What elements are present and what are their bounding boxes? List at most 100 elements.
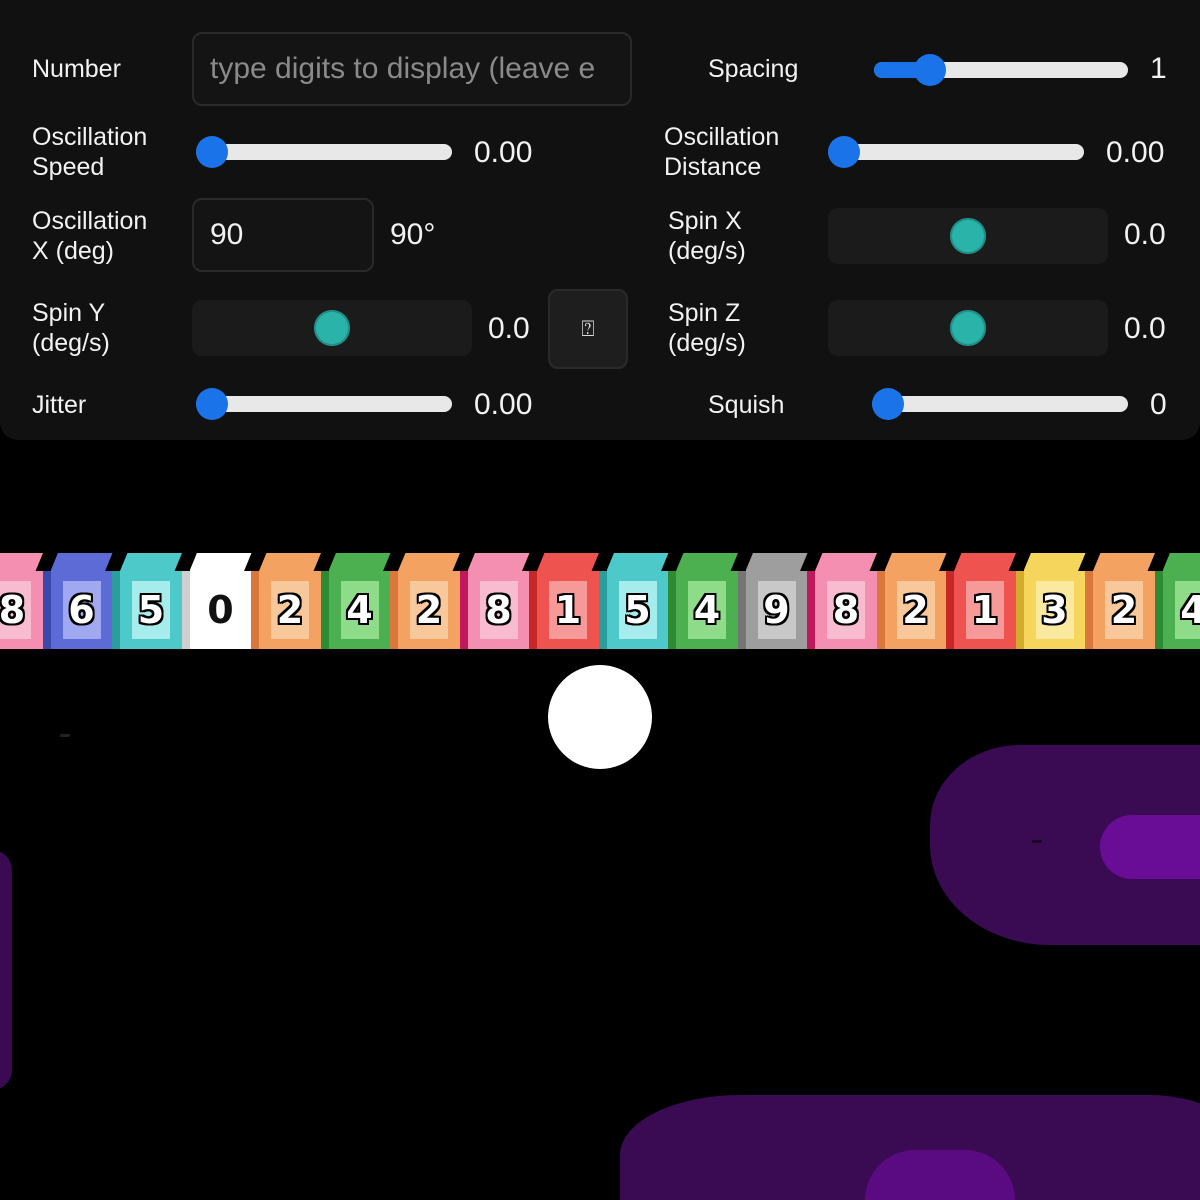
spin-x-label-line2: (deg/s) <box>668 237 746 265</box>
digit-tile: 5 <box>112 553 182 649</box>
digit-tile-top <box>120 553 182 571</box>
digit-tile-side <box>1085 571 1093 649</box>
digit-tile-label: 8 <box>827 581 865 639</box>
digit-tile-label: 4 <box>688 581 726 639</box>
digit-tile-top <box>50 553 113 571</box>
spacing-label: Spacing <box>708 55 799 83</box>
oscillation-x-label-line1: Oscillation <box>32 207 148 235</box>
digit-tile-side <box>1015 571 1024 649</box>
digit-tile-label: 3 <box>1035 581 1074 639</box>
oscillation-speed-label-line2: Speed <box>32 153 105 181</box>
digit-tile-label: 4 <box>340 581 379 639</box>
jitter-slider[interactable] <box>196 386 452 422</box>
digit-tile-label: 4 <box>1174 581 1200 639</box>
slider-thumb[interactable] <box>196 388 228 420</box>
background-blob-bottom-core <box>865 1150 1015 1200</box>
control-panel: Number Spacing 1 Oscillation Speed 0.00 … <box>0 0 1200 440</box>
digit-tile-face: 3 <box>1023 571 1086 649</box>
oscillation-x-label-line2: X (deg) <box>32 237 114 265</box>
number-input[interactable] <box>192 32 632 106</box>
digit-tile-label: 5 <box>132 581 170 639</box>
digit-tile-face: 4 <box>1162 571 1200 649</box>
background-blob-left <box>0 850 12 1090</box>
spin-x-value: 0.0 <box>1124 218 1166 251</box>
digit-tile-top <box>676 553 738 571</box>
jitter-value: 0.00 <box>474 388 533 421</box>
digit-tile-top <box>537 553 599 571</box>
digit-tile: 8 <box>807 553 877 649</box>
digit-tile-side <box>42 571 51 649</box>
spin-y-label-line2: (deg/s) <box>32 329 110 357</box>
digit-tile-face: 4 <box>676 571 738 649</box>
spin-z-dial[interactable] <box>828 300 1108 356</box>
digit-tile-label: 2 <box>271 581 309 639</box>
digit-tile: 2 <box>390 553 460 649</box>
digit-tile: 4 <box>320 553 391 649</box>
slider-track <box>196 144 452 160</box>
digit-tile-face: 2 <box>1093 571 1155 649</box>
digit-tile-side <box>876 571 885 649</box>
digit-tile-label: 0 <box>201 581 240 639</box>
spin-z-label-line1: Spin Z <box>668 299 741 327</box>
digit-tile: 1 <box>529 553 599 649</box>
spin-y-knob[interactable] <box>314 310 350 346</box>
digit-tile-label: 8 <box>479 581 518 639</box>
digit-tile-top <box>1093 553 1155 571</box>
spin-z-knob[interactable] <box>950 310 986 346</box>
digit-tile-side <box>251 571 259 649</box>
digit-tile-top <box>259 553 321 571</box>
digit-tile-face: 2 <box>398 571 460 649</box>
spin-y-value: 0.0 <box>488 312 530 345</box>
spin-y-dial[interactable] <box>192 300 472 356</box>
digit-tile-face: 4 <box>328 571 391 649</box>
spin-x-dial[interactable] <box>828 208 1108 264</box>
digit-tile: 4 <box>1154 553 1200 649</box>
digit-tile-side <box>181 571 190 649</box>
digit-tile: 4 <box>668 553 738 649</box>
slider-thumb[interactable] <box>196 136 228 168</box>
oscillation-distance-value: 0.00 <box>1106 136 1165 169</box>
oscillation-speed-slider[interactable] <box>196 134 452 170</box>
digit-tile-top <box>398 553 460 571</box>
digit-tile: 2 <box>1085 553 1155 649</box>
slider-thumb[interactable] <box>828 136 860 168</box>
digit-tile-label: 8 <box>0 581 31 639</box>
spin-x-knob[interactable] <box>950 218 986 254</box>
digit-tile-label: 6 <box>62 581 101 639</box>
digit-tile-label: 5 <box>618 581 657 639</box>
slider-track <box>828 144 1084 160</box>
background-blob-right-core <box>1100 815 1200 879</box>
spin-y-label-line1: Spin Y <box>32 299 106 327</box>
squish-value: 0 <box>1150 388 1167 421</box>
digit-tile-top <box>815 553 877 571</box>
slider-track <box>196 396 452 412</box>
digit-tile-top <box>0 553 43 571</box>
spacing-slider[interactable] <box>874 52 1128 88</box>
digit-tile-top <box>745 553 808 571</box>
squish-label: Squish <box>708 391 785 419</box>
slider-thumb[interactable] <box>913 54 946 86</box>
digit-tile: 1 <box>946 553 1016 649</box>
digit-tile: 2 <box>251 553 321 649</box>
digit-tile-side <box>112 571 120 649</box>
digit-tile-top <box>1023 553 1086 571</box>
digit-tile-label: 2 <box>896 581 935 639</box>
digit-tile: 9 <box>737 553 808 649</box>
background-speck <box>1032 840 1042 843</box>
slider-thumb[interactable] <box>872 388 904 420</box>
squish-slider[interactable] <box>872 386 1128 422</box>
digit-tile-face: 1 <box>537 571 599 649</box>
oscillation-x-input[interactable] <box>192 198 374 272</box>
digit-tile-face: 2 <box>884 571 947 649</box>
jitter-label: Jitter <box>32 391 87 419</box>
digit-tile-side <box>598 571 607 649</box>
missing-glyph-icon: ⍰ <box>581 316 595 341</box>
digit-tile-side <box>668 571 676 649</box>
background-speck <box>60 734 70 737</box>
spin-y-reset-button[interactable]: ⍰ <box>548 289 628 369</box>
digit-tile-side <box>529 571 537 649</box>
spin-x-label-line1: Spin X <box>668 207 742 235</box>
digit-tile: 5 <box>598 553 669 649</box>
digit-tile-top <box>189 553 252 571</box>
oscillation-distance-slider[interactable] <box>828 134 1084 170</box>
